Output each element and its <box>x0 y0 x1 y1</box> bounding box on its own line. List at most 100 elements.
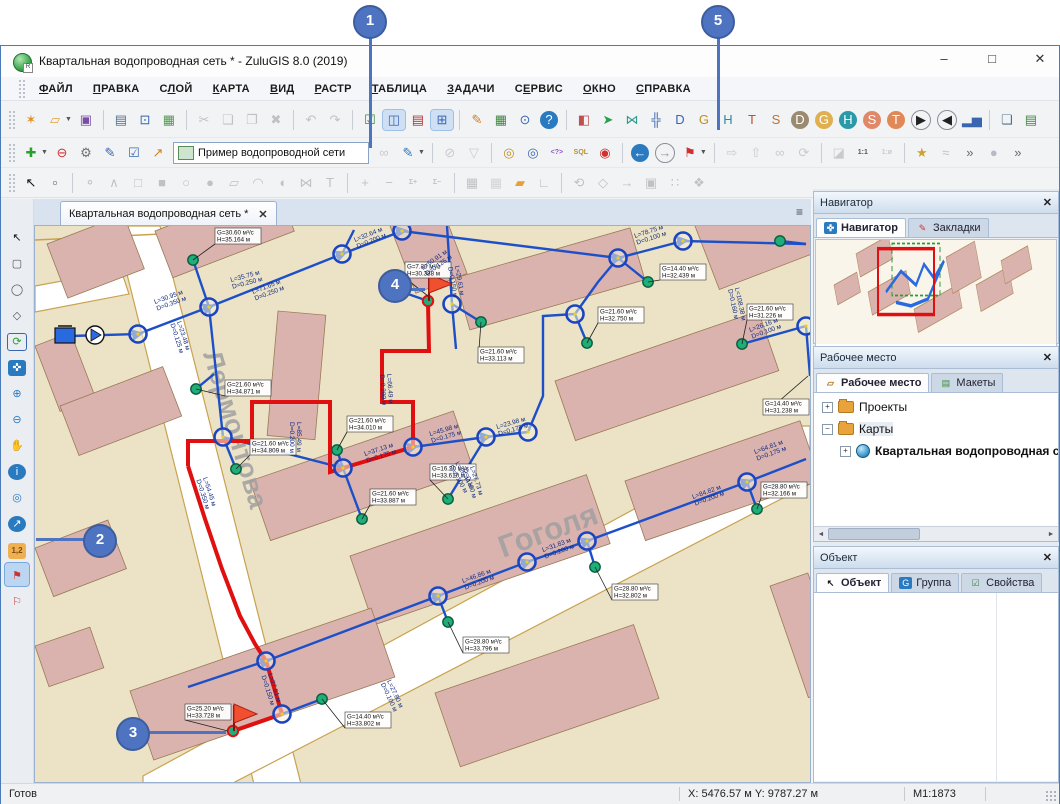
piezo-s-button[interactable]: S <box>765 110 787 130</box>
junction-node[interactable] <box>579 533 596 550</box>
import-button[interactable]: ▦ <box>158 110 180 130</box>
object-panel-close-icon[interactable]: ✕ <box>1043 551 1052 564</box>
piezo-g-button[interactable]: G <box>693 110 715 130</box>
junction-node[interactable] <box>430 588 447 605</box>
navigator-panel-titlebar[interactable]: Навигатор ✕ <box>814 192 1058 214</box>
sum-add-tool[interactable]: Σ+ <box>402 173 424 193</box>
open-button-dropdown-icon[interactable]: ▼ <box>65 116 72 123</box>
junction-node[interactable] <box>215 429 232 446</box>
menu-справка[interactable]: СПРАВКА <box>626 79 701 99</box>
sum-remove-tool[interactable]: Σ− <box>426 173 448 193</box>
valve-mode-button[interactable]: ⋈ <box>621 110 643 130</box>
update-links-button[interactable]: ⟳ <box>793 143 815 163</box>
junction-node[interactable] <box>798 318 811 335</box>
hscroll-left-icon[interactable]: ◄ <box>814 531 828 538</box>
junction-node[interactable] <box>394 226 411 240</box>
messages-panel-button[interactable]: ▤ <box>407 110 429 130</box>
pump-mode-button[interactable]: ➤ <box>597 110 619 130</box>
piezo-t-button[interactable]: T <box>741 110 763 130</box>
mask-tool[interactable]: ▣ <box>640 173 662 193</box>
title-bar[interactable]: R Квартальная водопроводная сеть * - Zul… <box>1 46 1059 78</box>
grid-tool[interactable]: ▦ <box>461 173 483 193</box>
menu-окно[interactable]: ОКНО <box>573 79 626 99</box>
zoom-out-button[interactable]: ⊖ <box>5 407 29 430</box>
help-button[interactable]: ? <box>540 111 558 129</box>
zoom-in-button[interactable]: ⊕ <box>5 381 29 404</box>
tree-expander-icon[interactable]: + <box>822 402 833 413</box>
refresh-map-button[interactable]: ⟳ <box>5 329 29 352</box>
filled-circle-tool[interactable]: ● <box>199 173 221 193</box>
junction-node[interactable] <box>258 653 275 670</box>
new-document-button[interactable]: ✶ <box>20 110 42 130</box>
consumer-node[interactable] <box>775 236 785 246</box>
junction-node[interactable] <box>334 246 351 263</box>
delete-button[interactable]: ✖ <box>265 110 287 130</box>
reshape-tool[interactable]: ◇ <box>592 173 614 193</box>
paste-button[interactable]: ❐ <box>241 110 263 130</box>
menu-растр[interactable]: РАСТР <box>305 79 362 99</box>
upload-object-button[interactable]: ⇧ <box>745 143 767 163</box>
back-button[interactable]: ← <box>631 144 649 162</box>
add-layer-button-dropdown-icon[interactable]: ▼ <box>41 149 48 156</box>
junction-node[interactable] <box>201 299 218 316</box>
junction-node[interactable] <box>405 439 422 456</box>
find-code-button[interactable]: <?> <box>546 143 568 163</box>
junction-node[interactable] <box>444 296 461 313</box>
cut-button[interactable]: ✂ <box>193 110 215 130</box>
select-cursor-button[interactable]: ↖ <box>5 225 29 248</box>
toolbar2-overflow2-button[interactable]: » <box>1007 143 1029 163</box>
redo-button[interactable]: ↷ <box>324 110 346 130</box>
navigator-tab-навигатор[interactable]: ✜Навигатор <box>816 218 906 237</box>
start-calc-button[interactable]: ▶ <box>911 110 931 130</box>
open-button[interactable]: ▱ <box>44 110 66 130</box>
piezo-d-button[interactable]: D <box>669 110 691 130</box>
symbol-tool[interactable]: ⚬ <box>79 173 101 193</box>
tab-list-button[interactable]: ≡ <box>796 205 803 219</box>
mode-d-button[interactable]: D <box>791 111 809 129</box>
edit-mode-button-dropdown-icon[interactable]: ▼ <box>418 149 425 156</box>
object-tab-свойства[interactable]: ☑Свойства <box>961 573 1042 592</box>
clear-selection-button[interactable]: ▽ <box>463 143 485 163</box>
find-info-button[interactable]: ◎ <box>5 485 29 508</box>
add-layer-button[interactable]: ✚ <box>20 143 42 163</box>
add-point-tool[interactable]: + <box>354 173 376 193</box>
rotate-tool[interactable]: ⟲ <box>568 173 590 193</box>
workspace-tab-макеты[interactable]: ▤Макеты <box>931 373 1003 392</box>
tree-expander-icon[interactable]: + <box>840 446 851 457</box>
remove-point-tool[interactable]: − <box>378 173 400 193</box>
text-tool[interactable]: T <box>319 173 341 193</box>
bookmark-flag-button-dropdown-icon[interactable]: ▼ <box>700 149 707 156</box>
print-settings-button[interactable]: ▤ <box>1020 110 1042 130</box>
junction-node[interactable] <box>675 233 692 250</box>
find-sql-button[interactable]: SQL <box>570 143 592 163</box>
layer-properties-button[interactable]: ⚙ <box>75 143 97 163</box>
remove-flag-button[interactable]: ⚐ <box>5 589 29 612</box>
rect-select-button[interactable]: ▢ <box>5 251 29 274</box>
measure-button[interactable]: 1,2 <box>5 537 29 560</box>
chart-button[interactable]: ▂▅ <box>961 110 983 130</box>
map-tab[interactable]: Квартальная водопроводная сеть * ✕ <box>60 201 277 226</box>
junction-node[interactable] <box>519 554 536 571</box>
arc-tool[interactable]: ◠ <box>247 173 269 193</box>
menu-файл[interactable]: ФАЙЛ <box>29 79 83 99</box>
rectangle-tool[interactable]: □ <box>127 173 149 193</box>
vertex-tool[interactable]: ▫ <box>44 173 66 193</box>
link-object-button[interactable]: ∞ <box>769 143 791 163</box>
select-tool[interactable]: ↖ <box>20 173 42 193</box>
navigator-panel-button[interactable]: ◫ <box>383 110 405 130</box>
circle-select-button[interactable]: ◯ <box>5 277 29 300</box>
object-panel-titlebar[interactable]: Объект ✕ <box>814 547 1058 569</box>
edit-mode-button[interactable]: ✎ <box>397 143 419 163</box>
junction-node[interactable] <box>130 326 147 343</box>
label-button[interactable]: ◪ <box>828 143 850 163</box>
pump-symbol[interactable] <box>86 326 104 344</box>
hscroll-right-icon[interactable]: ► <box>1044 531 1058 538</box>
remove-layer-button[interactable]: ⊖ <box>51 143 73 163</box>
fit-extent-button[interactable]: ✜ <box>5 355 29 378</box>
combine-tool[interactable]: ❖ <box>688 173 710 193</box>
detach-button[interactable]: ⊘ <box>439 143 461 163</box>
undo-button[interactable]: ↶ <box>300 110 322 130</box>
move-vertex-tool[interactable]: → <box>616 173 638 193</box>
tree-item-карты[interactable]: −Карты <box>818 418 1058 440</box>
scale-off-button[interactable]: 1:ø <box>876 143 898 163</box>
